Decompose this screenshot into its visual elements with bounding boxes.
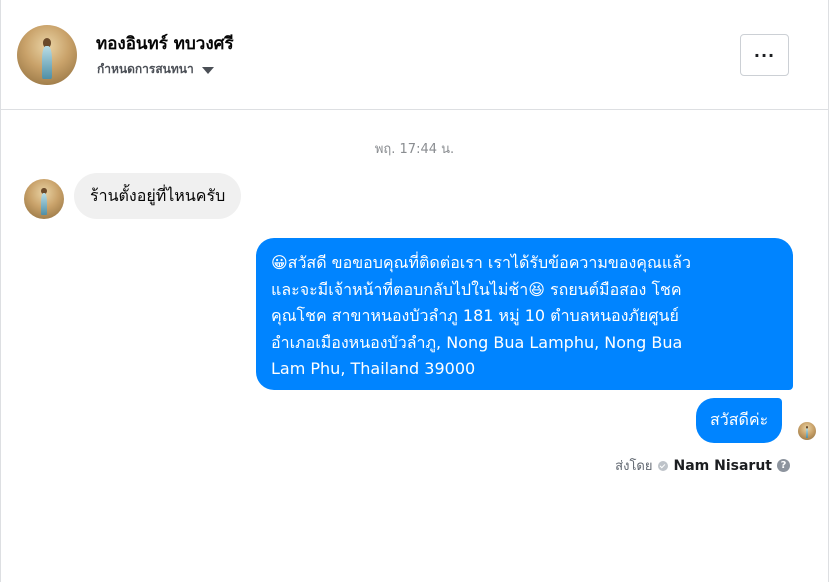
sender-avatar[interactable]	[24, 179, 64, 219]
contact-avatar[interactable]	[17, 25, 77, 85]
outgoing-message-bubble[interactable]: สวัสดีค่ะ	[696, 398, 783, 443]
conversation-settings-dropdown[interactable]: กำหนดการสนทนา	[97, 60, 214, 79]
message-timestamp: พฤ. 17:44 น.	[374, 142, 455, 157]
seen-by-avatar	[798, 422, 816, 440]
sent-by-label: ส่งโดย	[615, 459, 653, 474]
more-options-button[interactable]: ...	[740, 34, 789, 76]
sent-by-info: ส่งโดย Nam Nisarut ?	[615, 455, 790, 476]
caret-down-icon	[201, 66, 214, 74]
conversation-header: ทองอินทร์ ทบวงศรี กำหนดการสนทนา ...	[1, 0, 828, 110]
message-line: 😀สวัสดี ขอขอบคุณที่ติดต่อเรา เราได้รับข้…	[271, 253, 691, 272]
help-icon[interactable]: ?	[777, 459, 790, 472]
message-line: อำเภอเมืองหนองบัวลำภู, Nong Bua Lamphu, …	[271, 332, 683, 352]
avatar-photo-figure	[40, 193, 48, 215]
message-line: Lam Phu, Thailand 39000	[271, 359, 476, 378]
avatar-photo-figure	[805, 428, 809, 439]
conversation-settings-label: กำหนดการสนทนา	[97, 62, 194, 76]
conversation-panel: ทองอินทร์ ทบวงศรี กำหนดการสนทนา ... พฤ. …	[0, 0, 829, 582]
message-line: คุณโชค สาขาหนองบัวลำภู 181 หมู่ 10 ตำบลห…	[271, 306, 679, 325]
more-dots-icon: ...	[753, 42, 776, 61]
incoming-message-bubble[interactable]: ร้านตั้งอยู่ที่ไหนครับ	[74, 173, 242, 219]
avatar-photo-figure	[42, 46, 52, 79]
sent-by-name[interactable]: Nam Nisarut	[674, 458, 773, 474]
check-circle-icon	[657, 460, 668, 471]
contact-name[interactable]: ทองอินทร์ ทบวงศรี	[96, 30, 234, 57]
outgoing-message-bubble[interactable]: 😀สวัสดี ขอขอบคุณที่ติดต่อเรา เราได้รับข้…	[256, 238, 793, 390]
message-line: และจะมีเจ้าหน้าที่ตอบกลับไปในไม่ช้า😆 รถย…	[271, 279, 682, 299]
